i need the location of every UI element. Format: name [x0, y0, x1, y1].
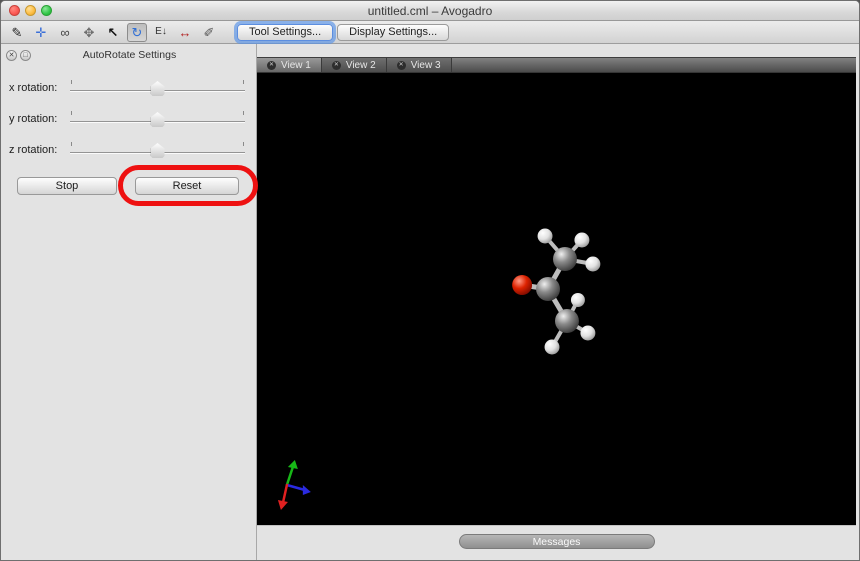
- measure-tool-icon[interactable]: ↔: [175, 23, 195, 42]
- tab-view-2[interactable]: ✕ View 2: [322, 58, 387, 72]
- z-rotation-row: z rotation:: [1, 134, 256, 165]
- y-rotation-slider[interactable]: [69, 109, 246, 128]
- tab-view-1[interactable]: ✕ View 1: [257, 58, 322, 72]
- display-settings-button[interactable]: Display Settings...: [337, 24, 449, 41]
- auto-optimize-tool-icon[interactable]: E↓: [151, 23, 171, 42]
- viewport-area: ✕ View 1 ✕ View 2 ✕ View 3: [257, 44, 859, 561]
- tab-label: View 3: [411, 60, 441, 71]
- axes-indicator: [278, 460, 311, 510]
- window-title: untitled.cml – Avogadro: [1, 4, 859, 18]
- y-rotation-label: y rotation:: [9, 113, 65, 125]
- panel-close-icon[interactable]: ✕: [6, 50, 17, 61]
- panel-header: ✕ □ AutoRotate Settings: [1, 44, 256, 66]
- slider-thumb[interactable]: [151, 143, 165, 158]
- z-rotation-slider[interactable]: [69, 140, 246, 159]
- tab-close-icon[interactable]: ✕: [332, 61, 341, 70]
- status-strip: Messages: [257, 525, 856, 561]
- toolbar: ✎ ✛ ∞ ✥ ↖ ↻ E↓ ↔ ✐ Tool Settings... Disp…: [1, 21, 859, 44]
- z-rotation-label: z rotation:: [9, 144, 65, 156]
- panel-float-icon[interactable]: □: [20, 50, 31, 61]
- draw-tool-icon[interactable]: ✎: [7, 23, 27, 42]
- tab-label: View 1: [281, 60, 311, 71]
- bond-centric-manipulate-tool-icon[interactable]: ∞: [55, 23, 75, 42]
- tool-settings-button[interactable]: Tool Settings...: [237, 24, 333, 41]
- stop-button[interactable]: Stop: [17, 177, 117, 195]
- autorotate-settings-panel: ✕ □ AutoRotate Settings x rotation: y ro…: [1, 44, 257, 561]
- panel-title: AutoRotate Settings: [34, 49, 251, 61]
- selection-tool-icon[interactable]: ↖: [103, 23, 123, 42]
- titlebar: untitled.cml – Avogadro: [1, 1, 859, 21]
- tab-close-icon[interactable]: ✕: [397, 61, 406, 70]
- 3d-viewport-canvas[interactable]: [257, 73, 856, 525]
- x-rotation-row: x rotation:: [1, 72, 256, 103]
- view-tabbar: ✕ View 1 ✕ View 2 ✕ View 3: [257, 57, 856, 73]
- tab-close-icon[interactable]: ✕: [267, 61, 276, 70]
- slider-thumb[interactable]: [151, 81, 165, 96]
- messages-button[interactable]: Messages: [459, 534, 655, 549]
- x-rotation-label: x rotation:: [9, 82, 65, 94]
- navigate-tool-icon[interactable]: ✛: [31, 23, 51, 42]
- rotation-sliders: x rotation: y rotation: z rotation:: [1, 72, 256, 165]
- x-rotation-slider[interactable]: [69, 78, 246, 97]
- reset-button[interactable]: Reset: [135, 177, 239, 195]
- align-tool-icon[interactable]: ✐: [199, 23, 219, 42]
- y-rotation-row: y rotation:: [1, 103, 256, 134]
- auto-rotate-tool-icon[interactable]: ↻: [127, 23, 147, 42]
- manipulate-tool-icon[interactable]: ✥: [79, 23, 99, 42]
- app-window: untitled.cml – Avogadro ✎ ✛ ∞ ✥ ↖ ↻ E↓ ↔…: [0, 0, 860, 561]
- molecule-render: [257, 73, 856, 525]
- slider-thumb[interactable]: [151, 112, 165, 127]
- tab-label: View 2: [346, 60, 376, 71]
- tab-view-3[interactable]: ✕ View 3: [387, 58, 452, 72]
